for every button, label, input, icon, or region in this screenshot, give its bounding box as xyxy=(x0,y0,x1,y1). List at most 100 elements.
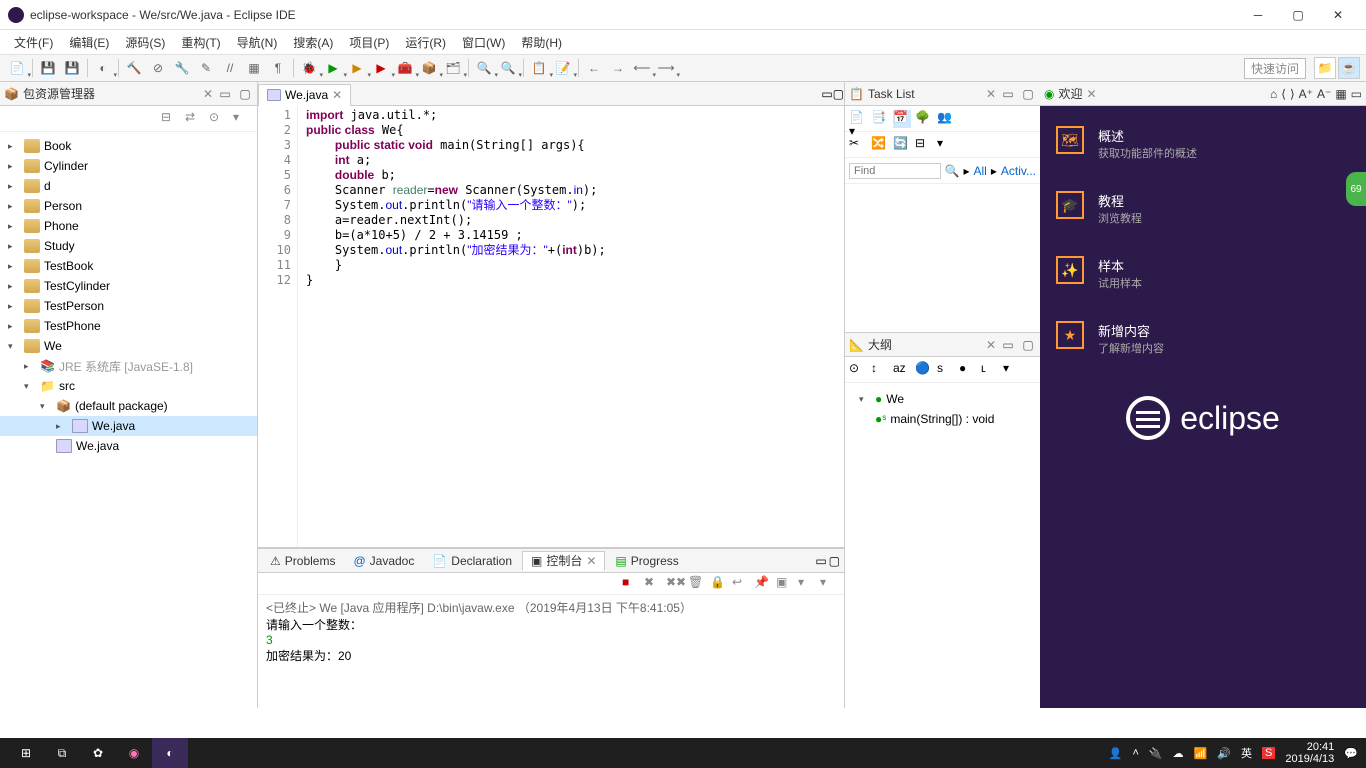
close-tab-icon[interactable]: ✕ xyxy=(586,554,596,568)
tray-people-icon[interactable]: 👤 xyxy=(1109,747,1123,760)
view-menu-icon[interactable]: ▾ xyxy=(233,110,251,128)
menu-search[interactable]: 搜索(A) xyxy=(285,34,341,51)
forward-icon[interactable]: → xyxy=(607,57,629,79)
tree-item[interactable]: d xyxy=(44,179,51,193)
zoom-in-icon[interactable]: A⁺ xyxy=(1299,87,1313,101)
close-view-icon[interactable]: ✕ xyxy=(203,87,213,101)
minimize-editor-icon[interactable]: ▭ xyxy=(821,87,832,101)
forward-icon[interactable]: ⟩ xyxy=(1290,87,1295,101)
minimize-view-icon[interactable]: ▭ xyxy=(1351,87,1362,101)
menu-window[interactable]: 窗口(W) xyxy=(454,34,513,51)
menu-source[interactable]: 源码(S) xyxy=(117,34,173,51)
welcome-samples[interactable]: ✨样本试用样本 xyxy=(1056,256,1350,291)
outline-method[interactable]: main(String[]) : void xyxy=(890,412,994,426)
clear-icon[interactable]: 🗑 xyxy=(688,575,706,593)
start-button[interactable]: ⊞ xyxy=(8,738,44,768)
tree-item[interactable]: Study xyxy=(44,239,75,253)
open-type-icon[interactable]: 🔍 xyxy=(473,57,495,79)
menu-file[interactable]: 文件(F) xyxy=(6,34,61,51)
run-icon[interactable]: ▶ xyxy=(322,57,344,79)
tray-network-icon[interactable]: 📶 xyxy=(1194,747,1208,760)
collapse-icon[interactable]: ⊟ xyxy=(915,136,933,154)
display-icon[interactable]: ▣ xyxy=(776,575,794,593)
welcome-tutorials[interactable]: 🎓教程浏览教程 xyxy=(1056,191,1350,226)
link-editor-icon[interactable]: ⇄ xyxy=(185,110,203,128)
perspective-resource-icon[interactable]: 📁 xyxy=(1314,57,1336,79)
nav-fwd-icon[interactable]: ⟶ xyxy=(655,57,677,79)
tree-item[interactable]: TestCylinder xyxy=(44,279,110,293)
skip-breakpoints-icon[interactable]: ⊘ xyxy=(147,57,169,79)
close-tab-icon[interactable]: ✕ xyxy=(1087,87,1097,101)
toggle-icon[interactable]: 🔧 xyxy=(171,57,193,79)
menu-run[interactable]: 运行(R) xyxy=(397,34,454,51)
tree-item[interactable]: Cylinder xyxy=(44,159,88,173)
tab-icon[interactable]: ¶ xyxy=(267,57,289,79)
block-icon[interactable]: ▦ xyxy=(243,57,265,79)
save-icon[interactable]: 💾 xyxy=(37,57,59,79)
scheduled-icon[interactable]: 📅 xyxy=(893,110,911,128)
maximize-button[interactable]: ▢ xyxy=(1278,1,1318,29)
console-output[interactable]: <已终止> We [Java 应用程序] D:\bin\javaw.exe （2… xyxy=(258,595,844,708)
scroll-lock-icon[interactable]: 🔒 xyxy=(710,575,728,593)
close-button[interactable]: ✕ xyxy=(1318,1,1358,29)
app-icon[interactable]: ◉ xyxy=(116,738,152,768)
find-input[interactable] xyxy=(849,163,941,179)
nav-back-icon[interactable]: ⟵ xyxy=(631,57,653,79)
terminate-icon[interactable]: ■ xyxy=(622,575,640,593)
view-menu-icon[interactable]: ▾ xyxy=(937,136,955,154)
tray-date[interactable]: 2019/4/13 xyxy=(1285,753,1334,765)
annotate-icon[interactable]: 📝 xyxy=(552,57,574,79)
comment-icon[interactable]: // xyxy=(219,57,241,79)
mark-icon[interactable]: ✎ xyxy=(195,57,217,79)
tab-javadoc[interactable]: @Javadoc xyxy=(345,551,422,571)
new-class-icon[interactable]: 🗂 xyxy=(442,57,464,79)
tree-item[interactable]: src xyxy=(59,379,75,393)
tree-item[interactable]: Person xyxy=(44,199,82,213)
tree-item[interactable]: (default package) xyxy=(75,399,168,413)
outline-body[interactable]: ▾●We ●ˢmain(String[]) : void xyxy=(845,383,1040,708)
tray-ime-label[interactable]: 英 xyxy=(1241,745,1252,761)
app-icon[interactable]: ✿ xyxy=(80,738,116,768)
tree-item[interactable]: TestPerson xyxy=(44,299,104,313)
close-view-icon[interactable]: ✕ xyxy=(986,338,996,352)
menu-navigate[interactable]: 导航(N) xyxy=(229,34,286,51)
minimize-view-icon[interactable]: ▭ xyxy=(1000,87,1016,101)
hide-local-icon[interactable]: ʟ xyxy=(981,361,999,379)
tree-item[interactable]: TestPhone xyxy=(44,319,101,333)
pin-icon[interactable]: 📌 xyxy=(754,575,772,593)
remove-all-icon[interactable]: ✖✖ xyxy=(666,575,684,593)
back-icon[interactable]: ⟨ xyxy=(1281,87,1286,101)
sort-icon[interactable]: ↕ xyxy=(871,361,889,379)
debug-icon[interactable]: 🐞 xyxy=(298,57,320,79)
layout-icon[interactable]: ▦ xyxy=(1335,87,1346,101)
minimize-button[interactable]: ─ xyxy=(1238,1,1278,29)
hide-static-icon[interactable]: s xyxy=(937,361,955,379)
tree-item[interactable]: We xyxy=(44,339,62,353)
tray-power-icon[interactable]: 🔌 xyxy=(1149,747,1163,760)
task-list-body[interactable] xyxy=(845,184,1040,332)
editor-tab[interactable]: We.java ✕ xyxy=(258,84,351,106)
categorize-icon[interactable]: 📑 xyxy=(871,110,889,128)
tree-item[interactable]: We.java xyxy=(92,419,135,433)
home-icon[interactable]: ⌂ xyxy=(1270,87,1277,101)
notification-badge[interactable]: 69 xyxy=(1346,172,1366,206)
filter-icon[interactable]: ✂ xyxy=(849,136,867,154)
word-wrap-icon[interactable]: ↩ xyxy=(732,575,750,593)
tray-time[interactable]: 20:41 xyxy=(1285,741,1334,753)
search-icon[interactable]: 🔍 xyxy=(945,164,960,178)
remove-icon[interactable]: ✖ xyxy=(644,575,662,593)
new-icon[interactable]: 📄 xyxy=(6,57,28,79)
tray-chevron-up-icon[interactable]: ˄ xyxy=(1132,747,1138,759)
tree-item[interactable]: TestBook xyxy=(44,259,93,273)
minimize-view-icon[interactable]: ▭ xyxy=(1000,338,1016,352)
code-area[interactable]: import java.util.*; public class We{ pub… xyxy=(298,106,844,547)
collapse-all-icon[interactable]: ⊟ xyxy=(161,110,179,128)
sort-icon[interactable]: 🔀 xyxy=(871,136,889,154)
package-explorer-tree[interactable]: ▸Book ▸Cylinder ▸d ▸Person ▸Phone ▸Study… xyxy=(0,132,257,708)
tree-icon[interactable]: 🌳 xyxy=(915,110,933,128)
task-icon[interactable]: 📋 xyxy=(528,57,550,79)
tab-problems[interactable]: ⚠Problems xyxy=(262,551,343,571)
outline-class[interactable]: We xyxy=(886,392,904,406)
focus-icon[interactable]: ⊙ xyxy=(849,361,867,379)
welcome-overview[interactable]: 🗺概述获取功能部件的概述 xyxy=(1056,126,1350,161)
